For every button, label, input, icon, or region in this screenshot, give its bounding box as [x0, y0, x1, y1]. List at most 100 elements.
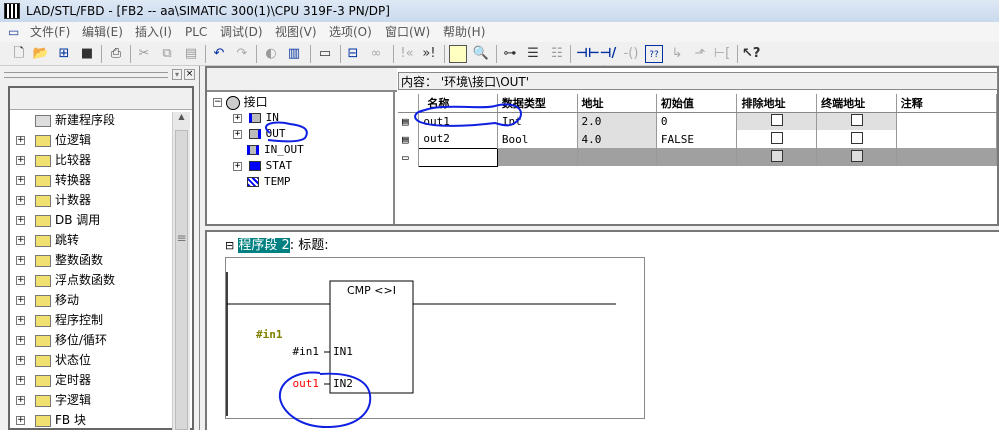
accessible-nodes-icon[interactable]: ⊞ [55, 45, 73, 63]
details-icon[interactable]: 🔍 [472, 45, 490, 63]
table-row[interactable]: ▤ out1 Int 2.0 0 [398, 112, 998, 130]
network-header[interactable]: ⊟ 程序段 2: 标题: [225, 234, 329, 253]
table-row[interactable]: ▤ out2 Bool 4.0 FALSE [398, 130, 998, 148]
network-title[interactable]: : 标题: [290, 238, 329, 253]
expand-icon[interactable]: + [16, 156, 25, 165]
col-address[interactable]: 地址 [577, 94, 657, 113]
overview-icon[interactable] [449, 45, 467, 63]
menu-options[interactable]: 选项(O) [329, 22, 372, 42]
catalog-item[interactable]: + 移动 [16, 290, 79, 310]
menu-edit[interactable]: 编辑(E) [82, 22, 123, 42]
table-row-new[interactable]: ▭ [398, 147, 998, 167]
redo-icon[interactable]: ↷ [233, 45, 251, 63]
print-icon[interactable]: ⎙ [107, 45, 125, 63]
catalog-item[interactable]: 新建程序段 [16, 110, 115, 130]
menu-window[interactable]: 窗口(W) [385, 22, 430, 42]
col-exclude[interactable]: 排除地址 [736, 94, 818, 113]
catalog-item[interactable]: + 比较器 [16, 150, 91, 170]
catalog-item[interactable]: + 状态位 [16, 350, 91, 370]
terminal-checkbox[interactable] [851, 113, 864, 126]
catalog-item[interactable]: + 定时器 [16, 370, 91, 390]
new-icon[interactable]: 🗋 [10, 45, 28, 63]
expand-icon[interactable]: + [16, 256, 25, 265]
catalog-item[interactable]: + 字逻辑 [16, 390, 91, 410]
close-button[interactable]: × [184, 69, 195, 80]
undo-icon[interactable]: ↶ [210, 45, 228, 63]
tree-item-in-out[interactable]: IN_OUT [247, 142, 304, 158]
catalog-item[interactable]: + 整数函数 [16, 250, 103, 270]
tree2-icon[interactable]: ☷ [548, 45, 566, 63]
terminal-checkbox[interactable] [851, 131, 864, 144]
menu-file[interactable]: 文件(F) [30, 22, 70, 42]
copy-icon[interactable]: ⧉ [158, 45, 176, 63]
expand-icon[interactable]: + [16, 276, 25, 285]
network-ladder[interactable]: CMP <>I IN1 IN2 #in1 #in1 out1 [225, 257, 645, 419]
open-icon[interactable]: 📂 [32, 45, 50, 63]
catalog-item[interactable]: + 移位/循环 [16, 330, 107, 350]
cut-icon[interactable]: ✂ [135, 45, 153, 63]
catalog-item[interactable]: + 转换器 [16, 170, 91, 190]
menu-debug[interactable]: 调试(D) [220, 22, 263, 42]
catalog-item[interactable]: + 跳转 [16, 230, 79, 250]
expand-icon[interactable]: + [16, 376, 25, 385]
branch-open-icon[interactable]: ↳ [668, 45, 686, 63]
menu-plc[interactable]: PLC [185, 22, 207, 42]
tree-root[interactable]: − 接口 [213, 94, 268, 110]
col-terminal[interactable]: 终端地址 [816, 94, 897, 113]
expand-icon[interactable]: + [16, 236, 25, 245]
network-icon[interactable]: ⊟ [344, 45, 362, 63]
tree-item-stat[interactable]: + STAT [233, 158, 292, 174]
coil-icon[interactable]: -() [622, 45, 640, 63]
help-icon[interactable]: ↖? [742, 45, 760, 63]
dropdown-button[interactable]: ▾ [172, 69, 182, 80]
network-label[interactable]: 程序段 2 [238, 238, 290, 253]
catalog-item[interactable]: + DB 调用 [16, 210, 100, 230]
monitor-icon[interactable]: ◐ [262, 45, 280, 63]
terminal-checkbox[interactable] [851, 149, 864, 162]
menu-view[interactable]: 视图(V) [275, 22, 317, 42]
collapse-icon[interactable]: ⊟ [225, 239, 234, 252]
doc-icon[interactable]: ▭ [8, 22, 19, 42]
prev-error-icon[interactable]: !« [398, 45, 416, 63]
expand-icon[interactable]: + [16, 296, 25, 305]
branch-close-icon[interactable]: ⬏ [691, 45, 709, 63]
catalog-item[interactable]: + 位逻辑 [16, 130, 91, 150]
expand-icon[interactable]: + [16, 356, 25, 365]
connection-icon[interactable]: ⊢[ [713, 45, 731, 63]
box-icon[interactable]: ?? [645, 45, 663, 63]
new-name-input[interactable] [418, 147, 498, 167]
expand-icon[interactable]: + [16, 416, 25, 425]
exclude-checkbox[interactable] [771, 113, 784, 126]
expand-icon[interactable]: + [16, 136, 25, 145]
menu-help[interactable]: 帮助(H) [443, 22, 485, 42]
tree-item-temp[interactable]: TEMP [247, 174, 291, 190]
expand-icon[interactable]: + [16, 196, 25, 205]
save-icon[interactable]: ■ [78, 45, 96, 63]
catalog-item[interactable]: + FB 块 [16, 410, 86, 430]
tree-item-in[interactable]: + IN [233, 110, 279, 126]
new-network-icon[interactable]: ⊶ [501, 45, 519, 63]
contact-no-icon[interactable]: ⊣⊢ [576, 45, 600, 63]
next-error-icon[interactable]: »! [420, 45, 438, 63]
expand-icon[interactable]: + [16, 336, 25, 345]
download-icon[interactable]: ▥ [285, 45, 303, 63]
expand-icon[interactable]: + [16, 216, 25, 225]
operand-in1[interactable]: #in1 [293, 345, 320, 358]
address-icon[interactable]: ▭ [316, 45, 334, 63]
col-initial[interactable]: 初始值 [656, 94, 738, 113]
exclude-checkbox[interactable] [771, 149, 784, 162]
menu-insert[interactable]: 插入(I) [135, 22, 172, 42]
expand-icon[interactable]: + [16, 176, 25, 185]
col-type[interactable]: 数据类型 [497, 94, 578, 113]
block-title[interactable]: CMP <>I [330, 284, 413, 297]
catalog-item[interactable]: + 程序控制 [16, 310, 103, 330]
contact-nc-icon[interactable]: ⊣/⊢ [599, 45, 617, 79]
exclude-checkbox[interactable] [771, 131, 784, 144]
tree-icon[interactable]: ☰ [524, 45, 542, 63]
tree-item-out[interactable]: + OUT [233, 126, 286, 142]
catalog-item[interactable]: + 计数器 [16, 190, 91, 210]
expand-icon[interactable]: + [16, 396, 25, 405]
col-name[interactable]: 名称 [418, 94, 498, 113]
col-comment[interactable]: 注释 [896, 94, 998, 113]
scrollbar[interactable]: ▲ ≡ [172, 112, 190, 430]
